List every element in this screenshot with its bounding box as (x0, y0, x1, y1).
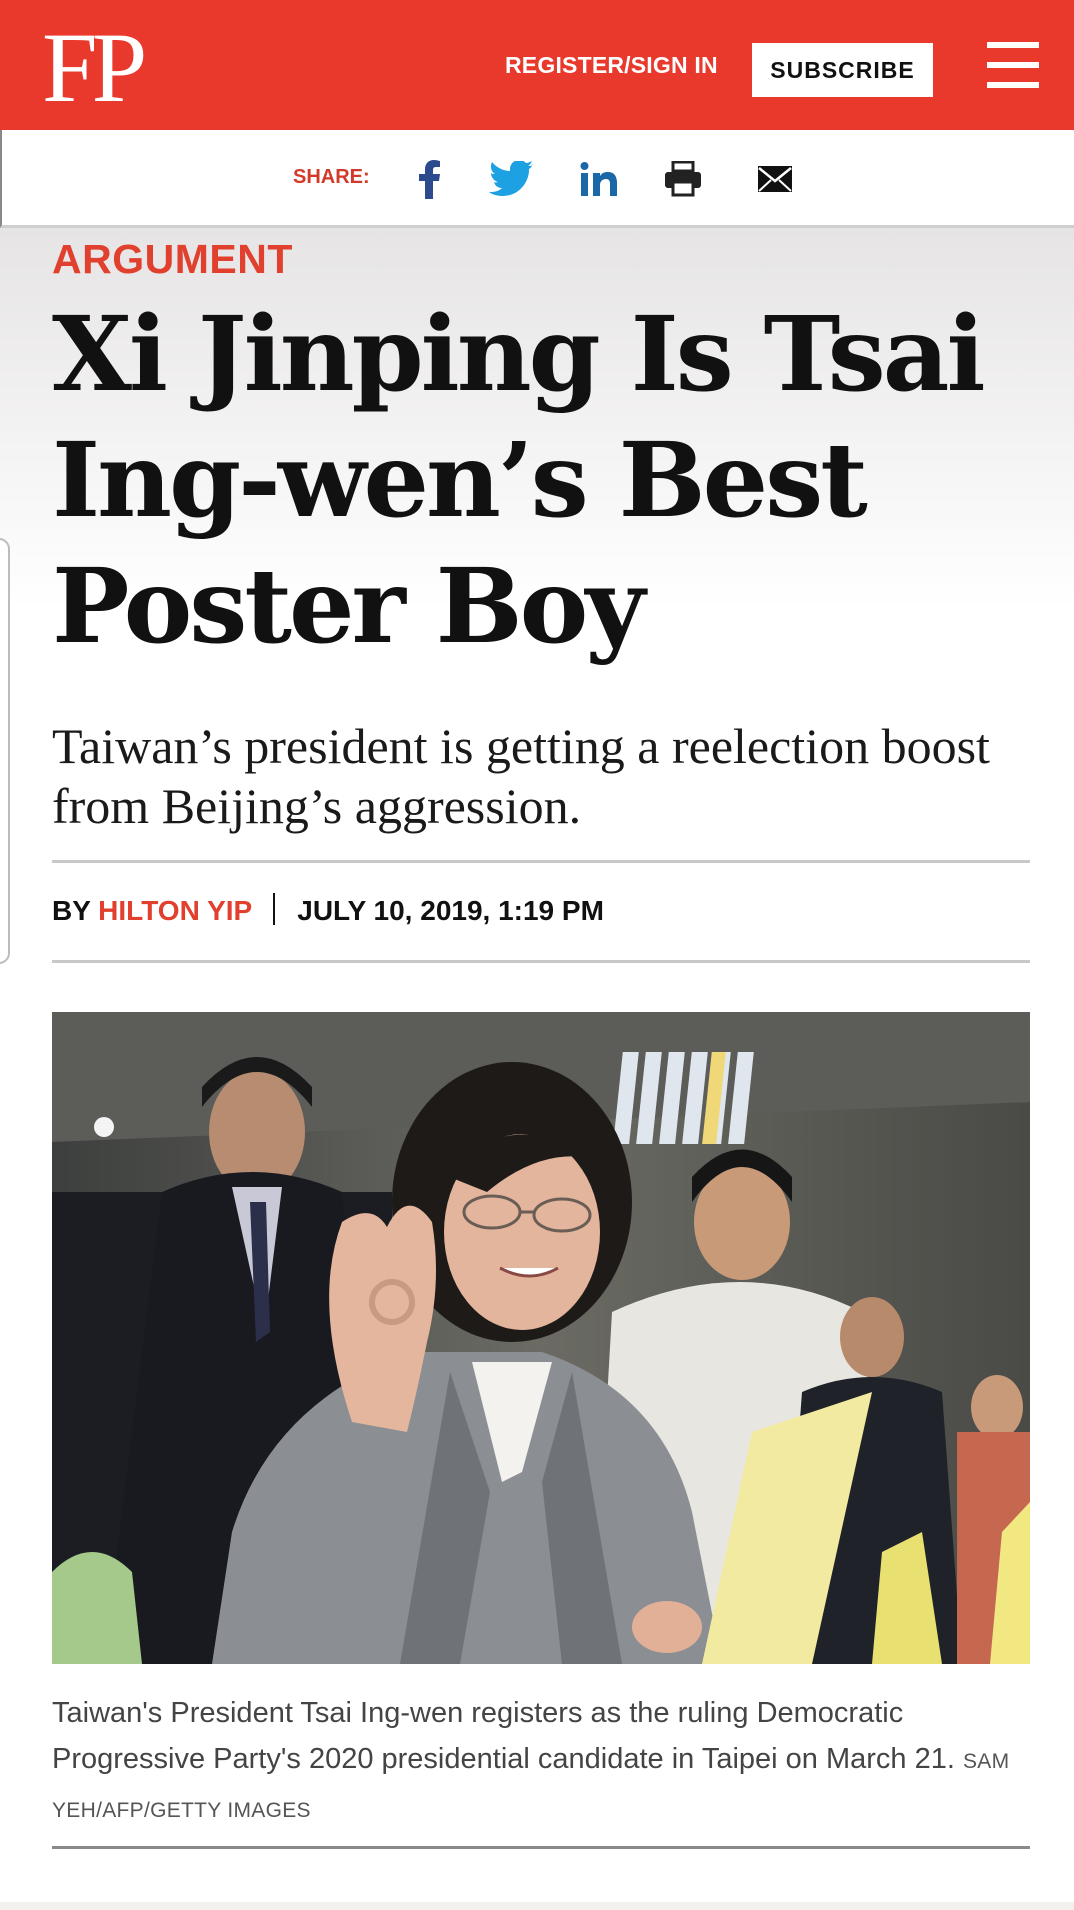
caption-line: Taiwan's President Tsai Ing-wen register… (52, 1697, 904, 1729)
side-tab[interactable] (0, 538, 10, 964)
divider (52, 960, 1030, 963)
hamburger-menu-icon[interactable] (987, 42, 1039, 88)
dek-line: Taiwan’s president is getting a reelecti… (52, 718, 990, 774)
photo-credit: YEH/AFP/GETTY IMAGES (52, 1799, 311, 1822)
register-sign-in-link[interactable]: REGISTER/SIGN IN (505, 52, 718, 79)
linkedin-icon[interactable] (576, 156, 622, 202)
headline: Xi Jinping Is Tsai Ing-wen’s Best Poster… (52, 292, 1012, 670)
byline-by: BY (52, 895, 91, 926)
byline: BY HILTON YIP JULY 10, 2019, 1:19 PM (52, 893, 604, 927)
headline-line: Ing-wen’s Best (52, 420, 868, 541)
footer-strip (0, 1902, 1074, 1910)
subscribe-button[interactable]: SUBSCRIBE (752, 43, 933, 97)
print-icon[interactable] (660, 156, 706, 202)
photo-caption: Taiwan's President Tsai Ing-wen register… (52, 1690, 1032, 1834)
author-link[interactable]: HILTON YIP (98, 895, 252, 926)
dek-line: from Beijing’s aggression. (52, 778, 582, 834)
caption-line: Progressive Party's 2020 presidential ca… (52, 1743, 955, 1775)
twitter-icon[interactable] (488, 156, 534, 202)
photo-credit: SAM (962, 1750, 1010, 1773)
site-header: FP REGISTER/SIGN IN SUBSCRIBE (0, 0, 1074, 130)
divider (52, 860, 1030, 863)
byline-separator (273, 893, 276, 925)
facebook-icon[interactable] (406, 156, 452, 202)
share-bar: SHARE: (0, 130, 1074, 228)
divider (52, 1846, 1030, 1849)
headline-line: Xi Jinping Is Tsai (52, 294, 986, 415)
share-label: SHARE: (293, 166, 370, 188)
publish-date: JULY 10, 2019, 1:19 PM (297, 895, 604, 926)
email-icon[interactable] (752, 156, 798, 202)
article-photo (52, 1012, 1030, 1664)
section-label[interactable]: ARGUMENT (52, 236, 293, 283)
fp-logo[interactable]: FP (42, 18, 147, 118)
article-dek: Taiwan’s president is getting a reelecti… (52, 716, 1032, 836)
headline-line: Poster Boy (52, 546, 645, 667)
